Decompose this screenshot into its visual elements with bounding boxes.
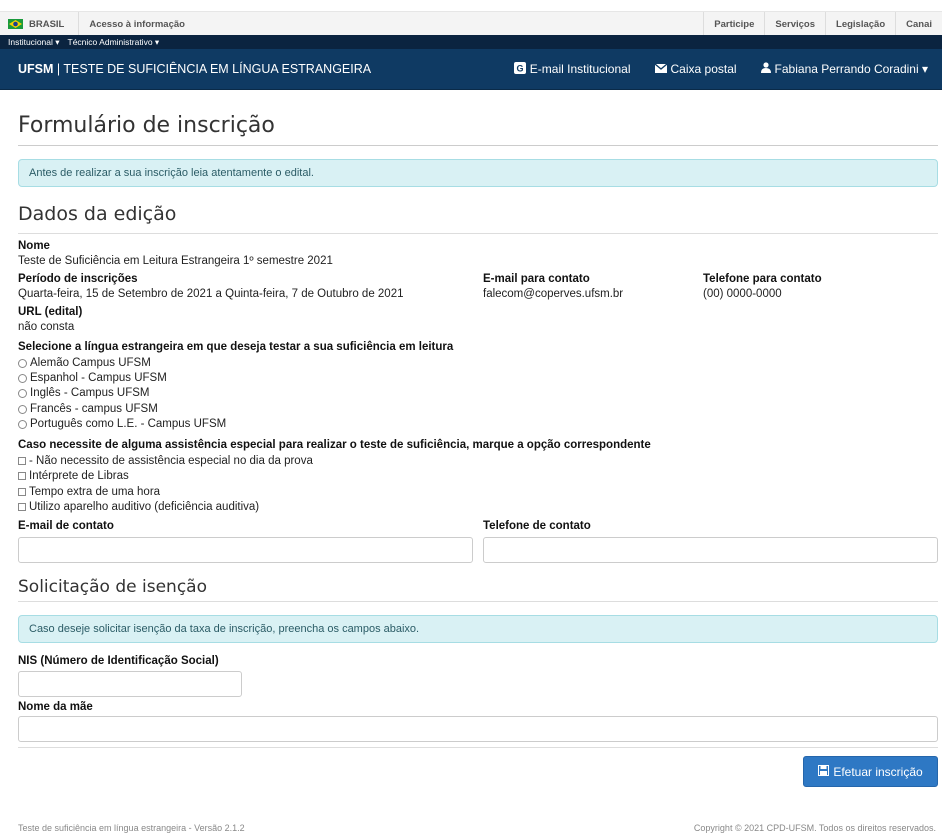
edition-heading: Dados da edição bbox=[18, 203, 177, 225]
radio-button[interactable] bbox=[18, 358, 27, 368]
contact-email-value: falecom@coperves.ufsm.br bbox=[483, 288, 624, 300]
exemption-notice: Caso deseje solicitar isenção da taxa de… bbox=[18, 615, 938, 643]
radio-button[interactable] bbox=[18, 388, 27, 398]
option-label: Espanhol - Campus UFSM bbox=[30, 372, 167, 384]
page-title: Formulário de inscrição bbox=[18, 113, 275, 138]
period-label: Período de inscrições bbox=[18, 273, 138, 285]
assistance-option-none[interactable]: - Não necessito de assistência especial … bbox=[18, 455, 313, 467]
divider bbox=[78, 12, 80, 36]
email-field[interactable] bbox=[18, 537, 473, 563]
mother-name-label: Nome da mãe bbox=[18, 701, 93, 713]
email-field-label: E-mail de contato bbox=[18, 520, 114, 532]
contact-phone-value: (00) 0000-0000 bbox=[703, 288, 782, 300]
save-icon bbox=[818, 764, 830, 779]
nis-label: NIS (Número de Identificação Social) bbox=[18, 655, 219, 667]
phone-field[interactable] bbox=[483, 537, 938, 563]
radio-button[interactable] bbox=[18, 373, 27, 383]
envelope-icon bbox=[654, 62, 667, 76]
language-option-french[interactable]: Francês - campus UFSM bbox=[18, 403, 158, 415]
institutional-bar: Institucional ▾ Técnico Administrativo ▾ bbox=[0, 35, 942, 49]
edition-divider bbox=[18, 233, 938, 234]
inbox-link[interactable]: Caixa postal bbox=[654, 62, 737, 76]
institutional-email-link[interactable]: G E-mail Institucional bbox=[513, 61, 631, 77]
checkbox[interactable] bbox=[18, 457, 26, 465]
option-label: Utilizo aparelho auditivo (deficiência a… bbox=[29, 501, 260, 513]
email-institutional-label: E-mail Institucional bbox=[529, 62, 631, 76]
gov-link-participe[interactable]: Participe bbox=[703, 12, 764, 36]
assistance-option-hearing-aid[interactable]: Utilizo aparelho auditivo (deficiência a… bbox=[18, 501, 259, 513]
url-label: URL (edital) bbox=[18, 306, 83, 318]
period-value: Quarta-feira, 15 de Setembro de 2021 a Q… bbox=[18, 288, 404, 300]
url-value: não consta bbox=[18, 321, 75, 333]
gov-link-servicos[interactable]: Serviços bbox=[764, 12, 825, 36]
option-label: Francês - campus UFSM bbox=[30, 403, 158, 415]
option-label: Alemão Campus UFSM bbox=[30, 357, 151, 369]
language-label: Selecione a língua estrangeira em que de… bbox=[18, 341, 454, 353]
submit-label: Efetuar inscrição bbox=[833, 764, 923, 779]
radio-button[interactable] bbox=[18, 404, 27, 414]
form-divider bbox=[18, 747, 938, 748]
google-icon: G bbox=[513, 61, 526, 77]
gov-brasil-link[interactable]: BRASIL bbox=[29, 19, 64, 30]
exemption-heading: Solicitação de isenção bbox=[18, 577, 207, 597]
main-navbar: UFSM | TESTE DE SUFICIÊNCIA EM LÍNGUA ES… bbox=[0, 49, 942, 90]
language-option-portuguese[interactable]: Português como L.E. - Campus UFSM bbox=[18, 418, 226, 430]
title-divider bbox=[18, 145, 938, 146]
checkbox[interactable] bbox=[18, 488, 26, 496]
option-label: - Não necessito de assistência especial … bbox=[29, 455, 313, 467]
gov-link-canais[interactable]: Canai bbox=[895, 12, 942, 36]
edital-notice: Antes de realizar a sua inscrição leia a… bbox=[18, 159, 938, 187]
user-menu[interactable]: Fabiana Perrando Coradini ▾ bbox=[760, 62, 928, 76]
checkbox[interactable] bbox=[18, 472, 26, 480]
language-option-spanish[interactable]: Espanhol - Campus UFSM bbox=[18, 372, 167, 384]
user-icon bbox=[760, 62, 771, 76]
language-option-german[interactable]: Alemão Campus UFSM bbox=[18, 357, 151, 369]
contact-phone-label: Telefone para contato bbox=[703, 273, 822, 285]
option-label: Intérprete de Libras bbox=[29, 470, 129, 482]
svg-text:G: G bbox=[516, 63, 523, 73]
name-value: Teste de Suficiência em Leitura Estrange… bbox=[18, 255, 333, 267]
mother-name-field[interactable] bbox=[18, 716, 938, 742]
option-label: Inglês - Campus UFSM bbox=[30, 387, 150, 399]
checkbox[interactable] bbox=[18, 503, 26, 511]
brand-title: | TESTE DE SUFICIÊNCIA EM LÍNGUA ESTRANG… bbox=[53, 62, 372, 76]
gov-access-link[interactable]: Acesso à informação bbox=[89, 19, 185, 30]
name-label: Nome bbox=[18, 240, 50, 252]
technical-admin-menu[interactable]: Técnico Administrativo ▾ bbox=[68, 37, 160, 48]
contact-email-label: E-mail para contato bbox=[483, 273, 590, 285]
assistance-label: Caso necessite de alguma assistência esp… bbox=[18, 439, 651, 451]
footer-version: Teste de suficiência em língua estrangei… bbox=[18, 823, 245, 833]
brand-ufsm: UFSM bbox=[18, 62, 54, 76]
nav-right: G E-mail Institucional Caixa postal Fabi… bbox=[490, 49, 928, 89]
gov-link-legislacao[interactable]: Legislação bbox=[825, 12, 895, 36]
phone-field-label: Telefone de contato bbox=[483, 520, 591, 532]
user-name: Fabiana Perrando Coradini ▾ bbox=[774, 62, 928, 76]
radio-button[interactable] bbox=[18, 419, 27, 429]
nis-field[interactable] bbox=[18, 671, 242, 697]
gov-links: Participe Serviços Legislação Canai bbox=[703, 12, 942, 36]
app-brand[interactable]: UFSM | TESTE DE SUFICIÊNCIA EM LÍNGUA ES… bbox=[18, 62, 371, 76]
option-label: Tempo extra de uma hora bbox=[29, 486, 161, 498]
footer-copyright: Copyright © 2021 CPD-UFSM. Todos os dire… bbox=[693, 823, 936, 833]
language-option-english[interactable]: Inglês - Campus UFSM bbox=[18, 387, 150, 399]
submit-button[interactable]: Efetuar inscrição bbox=[803, 756, 938, 787]
assistance-option-extra-time[interactable]: Tempo extra de uma hora bbox=[18, 486, 160, 498]
option-label: Português como L.E. - Campus UFSM bbox=[30, 418, 227, 430]
exemption-divider bbox=[18, 601, 938, 602]
brazil-flag-icon bbox=[8, 19, 23, 29]
assistance-option-libras[interactable]: Intérprete de Libras bbox=[18, 470, 129, 482]
gov-bar: BRASIL Acesso à informação Participe Ser… bbox=[0, 11, 942, 36]
inbox-label: Caixa postal bbox=[670, 62, 737, 76]
institutional-menu[interactable]: Institucional ▾ bbox=[8, 37, 60, 48]
